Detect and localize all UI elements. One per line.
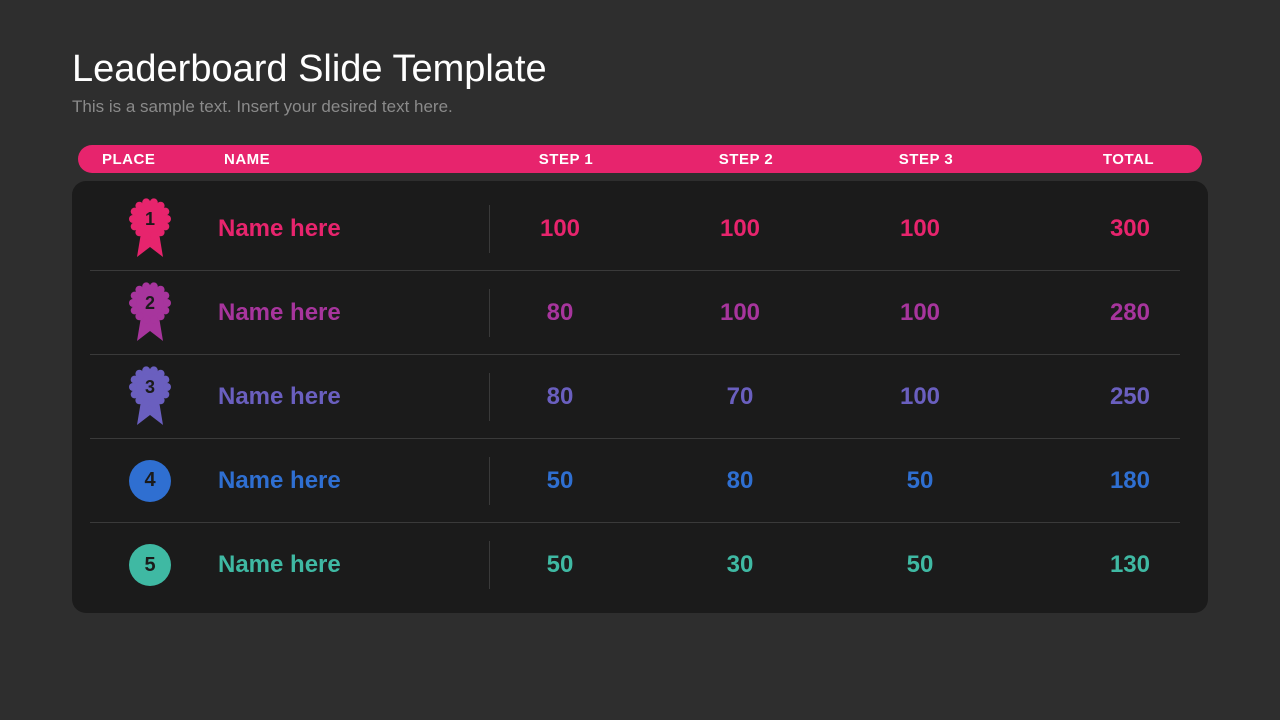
cell-total: 130 — [1010, 551, 1180, 579]
cell-step1: 50 — [470, 467, 650, 495]
cell-step1: 80 — [470, 383, 650, 411]
cell-name: Name here — [210, 383, 470, 411]
cell-step3: 50 — [830, 467, 1010, 495]
cell-place: 1 — [90, 197, 210, 261]
cell-place: 2 — [90, 281, 210, 345]
table-header: PLACE NAME STEP 1 STEP 2 STEP 3 TOTAL — [78, 145, 1202, 173]
cell-place: 5 — [90, 544, 210, 586]
col-header-place: PLACE — [96, 151, 216, 168]
cell-step1: 50 — [470, 551, 650, 579]
place-number: 1 — [127, 209, 173, 230]
cell-total: 300 — [1010, 215, 1180, 243]
place-number: 3 — [127, 377, 173, 398]
ribbon-icon: 1 — [127, 197, 173, 261]
cell-step3: 100 — [830, 383, 1010, 411]
table-row: 1 Name here 100 100 100 300 — [90, 187, 1180, 271]
slide-subtitle: This is a sample text. Insert your desir… — [72, 97, 1208, 117]
table-row: 2 Name here 80 100 100 280 — [90, 271, 1180, 355]
cell-step2: 100 — [650, 215, 830, 243]
cell-name: Name here — [210, 215, 470, 243]
cell-total: 250 — [1010, 383, 1180, 411]
cell-step1: 80 — [470, 299, 650, 327]
cell-step3: 100 — [830, 215, 1010, 243]
cell-step1: 100 — [470, 215, 650, 243]
place-number: 2 — [127, 293, 173, 314]
col-header-name: NAME — [216, 151, 476, 168]
cell-name: Name here — [210, 299, 470, 327]
table-row: 3 Name here 80 70 100 250 — [90, 355, 1180, 439]
cell-step3: 100 — [830, 299, 1010, 327]
table-row: 5 Name here 50 30 50 130 — [90, 523, 1180, 607]
ribbon-icon: 3 — [127, 365, 173, 429]
place-circle: 4 — [129, 460, 171, 502]
cell-place: 3 — [90, 365, 210, 429]
ribbon-icon: 2 — [127, 281, 173, 345]
vertical-divider — [489, 541, 490, 589]
cell-name: Name here — [210, 467, 470, 495]
col-header-step3: STEP 3 — [836, 151, 1016, 168]
table-row: 4 Name here 50 80 50 180 — [90, 439, 1180, 523]
vertical-divider — [489, 457, 490, 505]
cell-step2: 100 — [650, 299, 830, 327]
vertical-divider — [489, 205, 490, 253]
col-header-step1: STEP 1 — [476, 151, 656, 168]
cell-step2: 80 — [650, 467, 830, 495]
vertical-divider — [489, 373, 490, 421]
slide-title: Leaderboard Slide Template — [72, 48, 1208, 91]
place-number: 5 — [144, 554, 155, 577]
cell-step2: 30 — [650, 551, 830, 579]
cell-step3: 50 — [830, 551, 1010, 579]
cell-step2: 70 — [650, 383, 830, 411]
place-circle: 5 — [129, 544, 171, 586]
cell-total: 180 — [1010, 467, 1180, 495]
leaderboard-table: 1 Name here 100 100 100 300 2 Name here … — [72, 181, 1208, 613]
cell-place: 4 — [90, 460, 210, 502]
cell-name: Name here — [210, 551, 470, 579]
cell-total: 280 — [1010, 299, 1180, 327]
vertical-divider — [489, 289, 490, 337]
col-header-total: TOTAL — [1016, 151, 1174, 168]
col-header-step2: STEP 2 — [656, 151, 836, 168]
place-number: 4 — [144, 469, 155, 492]
